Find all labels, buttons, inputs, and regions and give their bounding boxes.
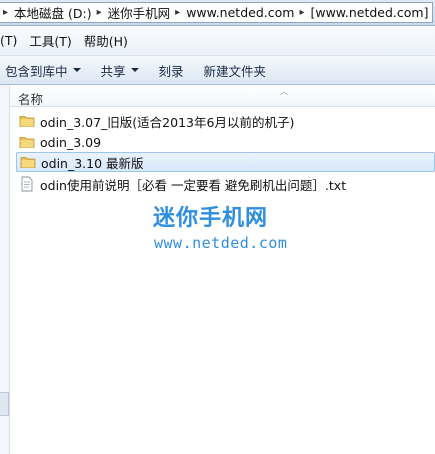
breadcrumb-mini-phone[interactable]: 迷你手机网	[106, 3, 173, 22]
address-bar: ▸ 本地磁盘 (D:) ▸ 迷你手机网 ▸ www.netded.com ▸ […	[0, 0, 435, 26]
folder-icon	[20, 157, 36, 168]
watermark-url: www.netded.com	[154, 234, 288, 252]
breadcrumb-separator-icon[interactable]: ▸	[172, 7, 184, 18]
folder-icon	[19, 116, 35, 127]
chevron-down-icon	[72, 68, 81, 72]
breadcrumb-local-disk[interactable]: 本地磁盘 (D:)	[12, 3, 94, 22]
share-label: 共享	[100, 63, 126, 79]
menu-item-tools[interactable]: 工具(T)	[23, 31, 77, 50]
breadcrumb-separator-icon[interactable]: ▸	[296, 7, 308, 18]
breadcrumb[interactable]: ▸ 本地磁盘 (D:) ▸ 迷你手机网 ▸ www.netded.com ▸ […	[0, 2, 433, 23]
breadcrumb-separator-icon[interactable]: ▸	[94, 7, 106, 18]
include-in-library-button[interactable]: 包含到库中	[0, 61, 91, 80]
watermark-title: 迷你手机网	[153, 206, 269, 231]
list-item[interactable]: odin使用前说明［必看 一定要看 避免刷机出问题］.txt	[16, 174, 435, 194]
chevron-down-icon	[130, 68, 139, 72]
include-in-library-label: 包含到库中	[5, 63, 68, 79]
breadcrumb-netded-bracket[interactable]: [www.netded.com]	[308, 5, 430, 20]
column-header-name-label: 名称	[18, 92, 44, 107]
breadcrumb-netded[interactable]: www.netded.com	[184, 5, 296, 20]
menu-item-partial[interactable]: (T)	[0, 33, 23, 48]
command-bar: 包含到库中 共享 刻录 新建文件夹	[0, 56, 435, 85]
sort-ascending-icon: ︿	[280, 87, 288, 96]
burn-button[interactable]: 刻录	[149, 61, 194, 80]
list-item-label: odin使用前说明［必看 一定要看 避免刷机出问题］.txt	[40, 177, 347, 193]
share-button[interactable]: 共享	[91, 61, 149, 80]
menu-bar: (T) 工具(T) 帮助(H)	[0, 26, 435, 56]
folder-icon	[19, 137, 35, 148]
new-folder-button[interactable]: 新建文件夹	[194, 61, 277, 80]
breadcrumb-separator-icon[interactable]: ▸	[0, 7, 12, 18]
list-item-label: odin_3.10 最新版	[41, 155, 144, 171]
new-folder-label: 新建文件夹	[203, 63, 267, 79]
menu-item-help[interactable]: 帮助(H)	[78, 31, 134, 50]
list-item[interactable]: odin_3.07_旧版(适合2013年6月以前的机子)	[16, 111, 435, 131]
list-item-label: odin_3.09	[40, 134, 102, 150]
navigation-pane-scroll-handle[interactable]	[0, 392, 9, 416]
column-header-name[interactable]: ︿ 名称	[10, 85, 435, 107]
file-list[interactable]: ︿ 名称 odin_3.07_旧版(适合2013年6月以前的机子) odin_3…	[10, 85, 435, 454]
text-file-icon	[21, 176, 33, 192]
list-item-label: odin_3.07_旧版(适合2013年6月以前的机子)	[40, 114, 295, 130]
list-item-selected[interactable]: odin_3.10 最新版	[16, 152, 435, 172]
list-item[interactable]: odin_3.09	[16, 132, 435, 152]
burn-label: 刻录	[158, 63, 184, 79]
